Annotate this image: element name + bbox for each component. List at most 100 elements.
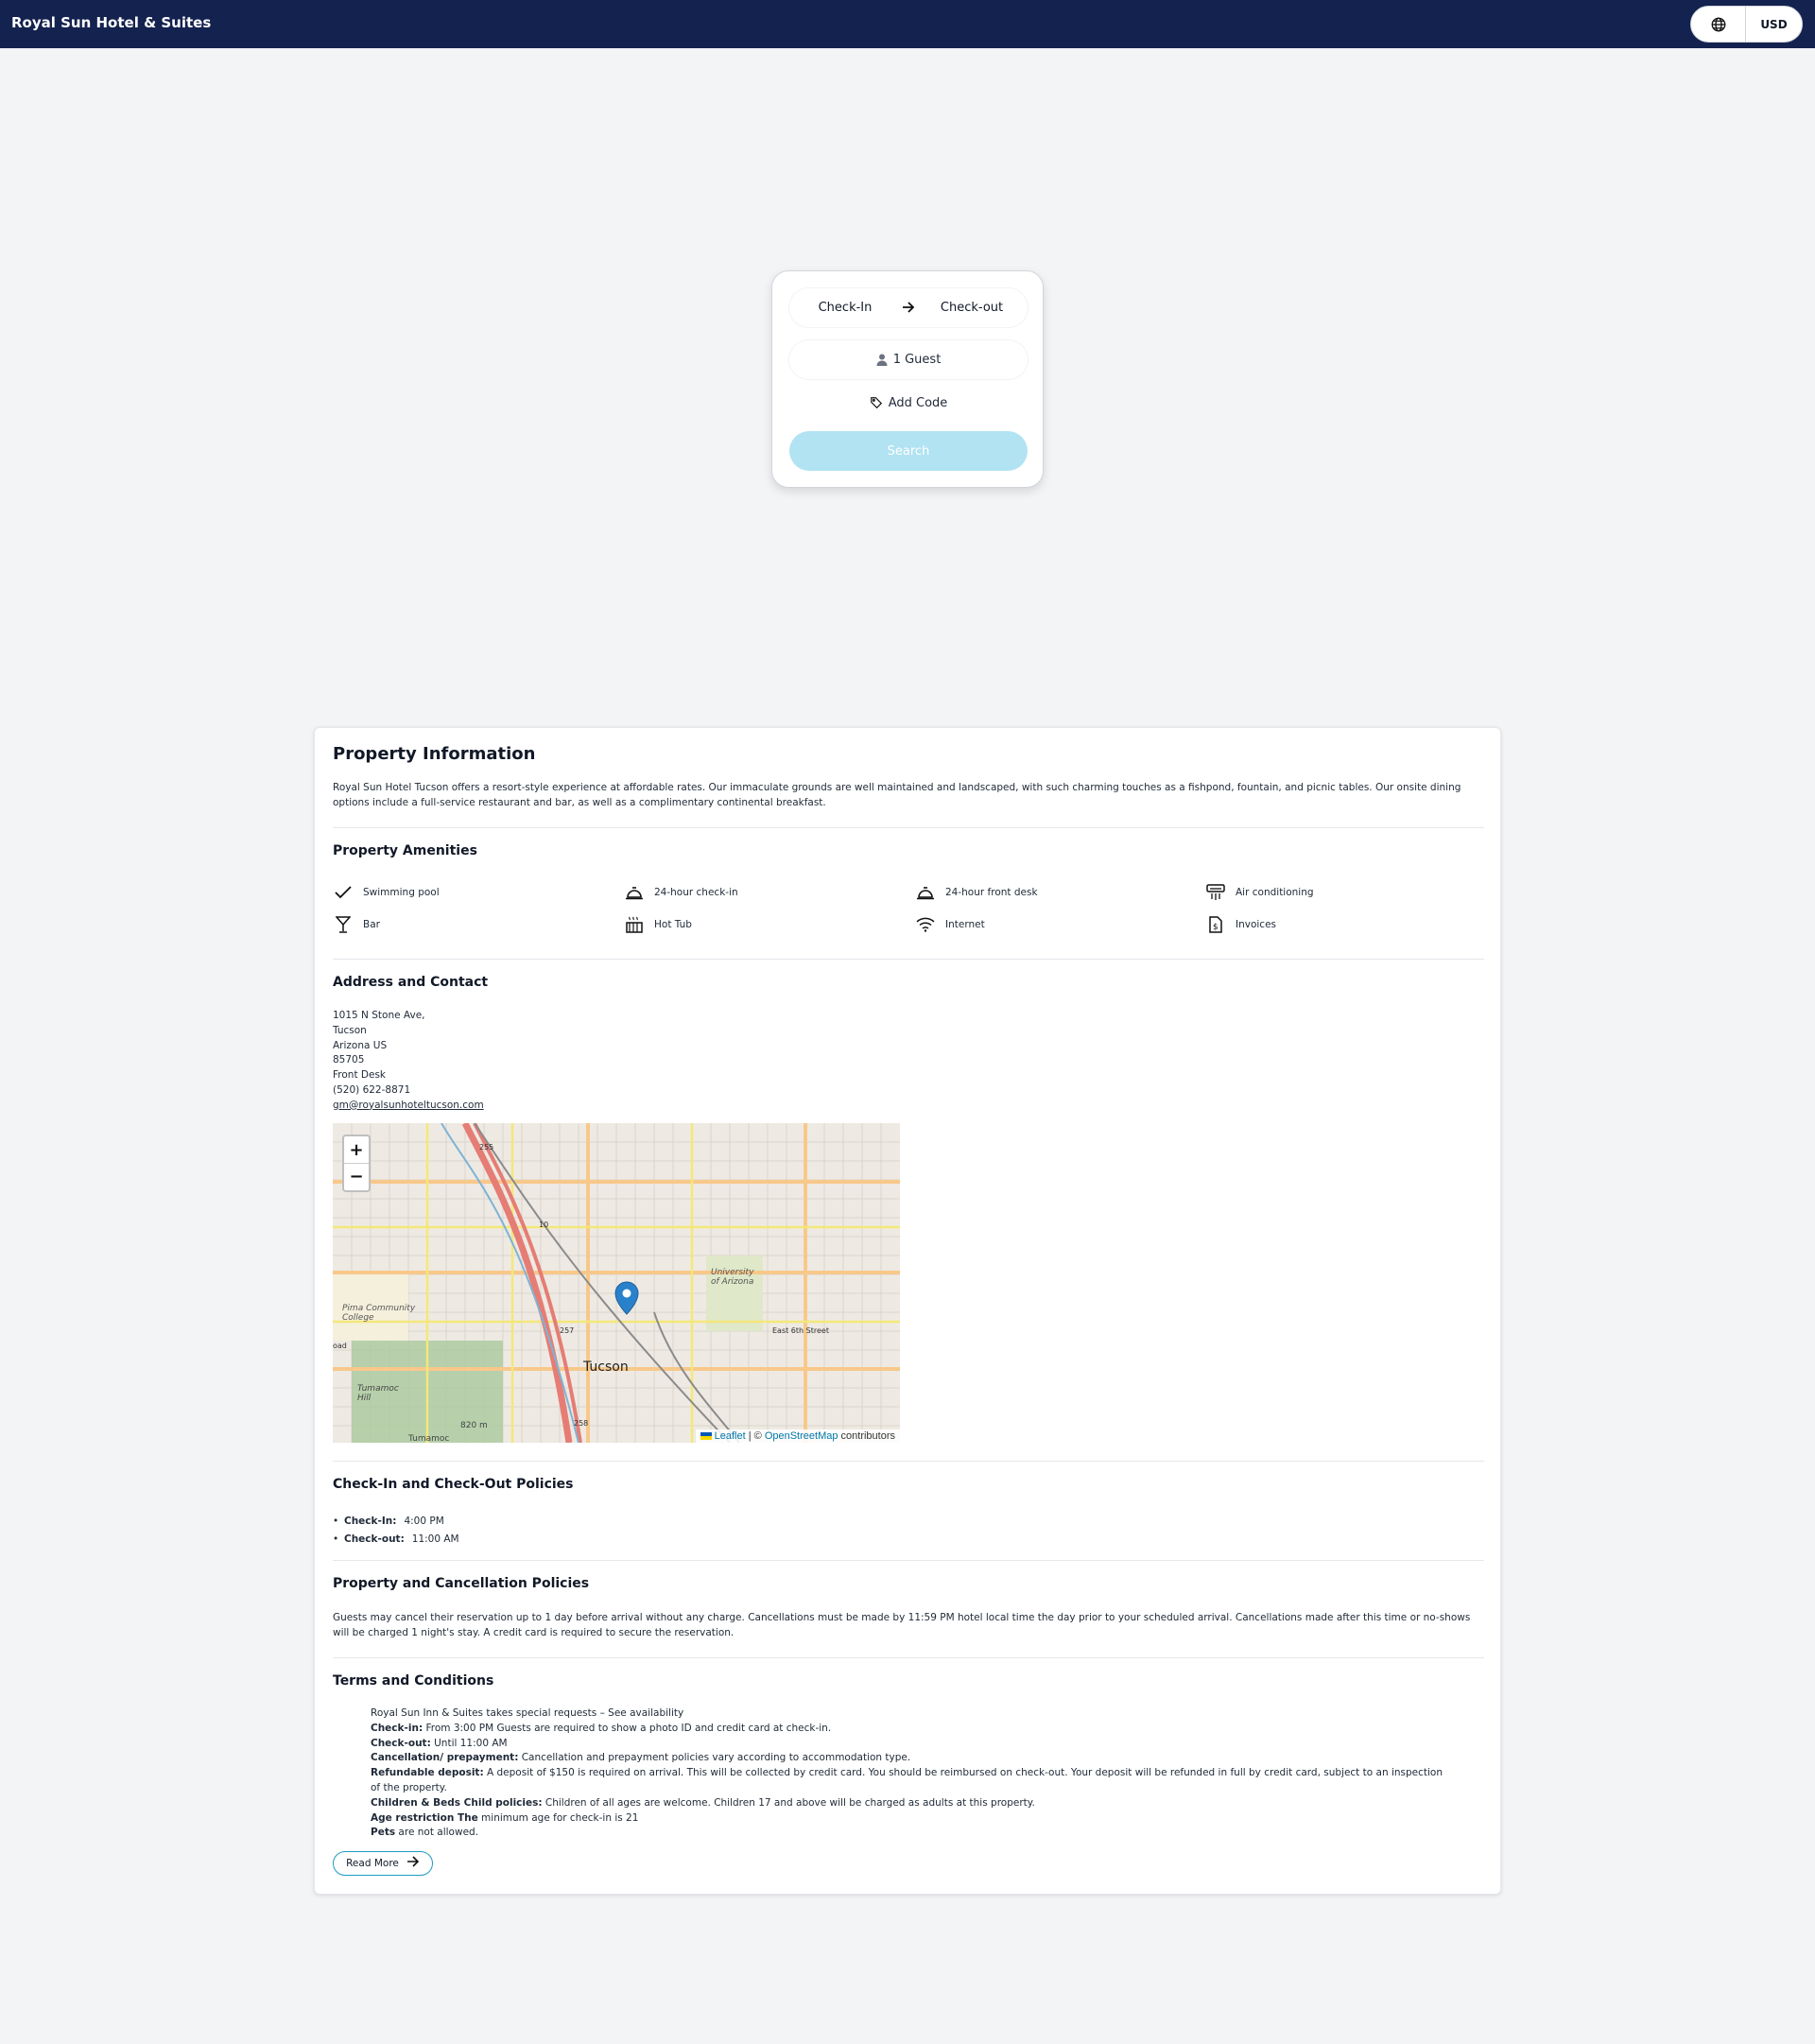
map-label-city: Tucson (582, 1360, 629, 1375)
divider (333, 1461, 1484, 1462)
zoom-out-button[interactable]: − (344, 1163, 369, 1189)
top-bar: Royal Sun Hotel & Suites USD (0, 0, 1815, 48)
amenity-label: Swimming pool (363, 887, 440, 898)
amenity-label: Hot Tub (654, 919, 692, 930)
divider (333, 959, 1484, 960)
service-bell-icon (915, 883, 936, 902)
terms-item: Royal Sun Inn & Suites takes special req… (371, 1707, 684, 1719)
map-label-university: University of Arizona (711, 1268, 754, 1287)
language-button[interactable] (1691, 7, 1746, 42)
map-label-street: East 6th Street (772, 1326, 829, 1335)
divider (333, 1657, 1484, 1658)
service-bell-icon (624, 883, 645, 902)
terms-item: Refundable deposit: A deposit of $150 is… (371, 1767, 1443, 1793)
wifi-icon (915, 915, 936, 934)
address-state: Arizona US (333, 1039, 388, 1051)
invoice-icon: $ (1205, 915, 1226, 934)
map-tiles: Tucson University of Arizona Pima Communi… (333, 1123, 900, 1443)
terms-item: Children & Beds Child policies: Children… (371, 1796, 1035, 1809)
list-item: • Check-out: 11:00 AM (333, 1531, 459, 1549)
amenity-bar: Bar (333, 915, 380, 934)
map-label-route: 255 (479, 1143, 493, 1152)
amenity-24h-checkin: 24-hour check-in (624, 883, 738, 902)
map-label-route: 257 (560, 1326, 574, 1335)
search-button[interactable]: Search (789, 431, 1028, 471)
tag-icon (870, 397, 882, 409)
divider (333, 827, 1484, 828)
map-label-elevation: 820 m (460, 1421, 488, 1430)
read-more-button[interactable]: Read More (333, 1851, 433, 1876)
locale-currency-switcher: USD (1690, 6, 1803, 43)
list-item: • Check-In: 4:00 PM (333, 1513, 459, 1531)
attribution-separator: | © (745, 1430, 765, 1442)
amenity-internet: Internet (915, 915, 985, 934)
currency-button[interactable]: USD (1746, 7, 1802, 42)
read-more-label: Read More (346, 1858, 399, 1869)
map-label-route: 258 (574, 1419, 588, 1428)
date-range-picker[interactable]: Check-In Check-out (789, 288, 1028, 327)
check-icon (333, 883, 354, 902)
check-in-field[interactable]: Check-In (789, 301, 901, 315)
map-label-road: oad (333, 1342, 347, 1350)
cancellation-text: Guests may cancel their reservation up t… (333, 1612, 1471, 1638)
property-info-card: Property Information Royal Sun Hotel Tuc… (314, 727, 1501, 1895)
amenity-swimming-pool: Swimming pool (333, 883, 440, 902)
address-title: Address and Contact (333, 975, 489, 990)
add-code-label: Add Code (888, 395, 948, 410)
property-description: Royal Sun Hotel Tucson offers a resort-s… (333, 782, 1461, 808)
add-code-button[interactable]: Add Code (789, 389, 1028, 417)
amenity-label: Internet (945, 919, 985, 930)
map-label-tumamoc: Tumamoc (407, 1434, 449, 1443)
address-city: Tucson (333, 1024, 367, 1036)
checkin-time: 4:00 PM (404, 1516, 444, 1527)
amenity-label: Bar (363, 919, 380, 930)
amenity-hot-tub: Hot Tub (624, 915, 692, 934)
terms-title: Terms and Conditions (333, 1673, 494, 1689)
front-desk-label: Front Desk (333, 1069, 386, 1082)
phone-number: (520) 622-8871 (333, 1083, 411, 1096)
amenity-invoices: $ Invoices (1205, 915, 1276, 934)
amenity-label: 24-hour check-in (654, 887, 738, 898)
svg-text:$: $ (1213, 923, 1219, 932)
checkin-label: Check-In: (344, 1516, 397, 1527)
address-block: 1015 N Stone Ave, Tucson Arizona US 8570… (333, 1009, 484, 1114)
email-link[interactable]: gm@royalsunhoteltucson.com (333, 1100, 484, 1111)
location-map[interactable]: Tucson University of Arizona Pima Communi… (333, 1123, 900, 1443)
zoom-in-button[interactable]: + (344, 1136, 369, 1163)
checkin-policies-title: Check-In and Check-Out Policies (333, 1477, 574, 1492)
checkout-time: 11:00 AM (411, 1533, 459, 1545)
amenity-24h-front-desk: 24-hour front desk (915, 883, 1038, 902)
guests-label: 1 Guest (892, 353, 942, 367)
amenity-label: 24-hour front desk (945, 887, 1038, 898)
checkout-label: Check-out: (344, 1533, 405, 1545)
address-street: 1015 N Stone Ave, (333, 1010, 425, 1021)
terms-item: Pets are not allowed. (371, 1827, 479, 1839)
amenity-air-conditioning: Air conditioning (1205, 883, 1314, 902)
terms-item: Age restriction The minimum age for chec… (371, 1811, 639, 1824)
person-icon (876, 354, 888, 366)
check-out-field[interactable]: Check-out (916, 301, 1028, 315)
amenity-label: Air conditioning (1236, 887, 1314, 898)
terms-item: Cancellation/ prepayment: Cancellation a… (371, 1752, 911, 1764)
booking-widget: Check-In Check-out 1 Guest Add Code Sear… (771, 270, 1044, 488)
map-label-route: 10 (539, 1221, 548, 1229)
divider (333, 1560, 1484, 1561)
air-conditioner-icon (1205, 883, 1226, 902)
terms-item: Check-in: From 3:00 PM Guests are requir… (371, 1722, 832, 1734)
amenity-label: Invoices (1236, 919, 1277, 930)
leaflet-link[interactable]: Leaflet (715, 1430, 746, 1442)
terms-list: Royal Sun Inn & Suites takes special req… (371, 1706, 1448, 1841)
ukraine-flag-icon (700, 1432, 712, 1441)
amenities-title: Property Amenities (333, 843, 477, 858)
guests-selector[interactable]: 1 Guest (789, 340, 1028, 379)
osm-link[interactable]: OpenStreetMap (765, 1430, 838, 1442)
arrow-right-icon (406, 1856, 420, 1871)
terms-item: Check-out: Until 11:00 AM (371, 1737, 508, 1749)
hotel-brand[interactable]: Royal Sun Hotel & Suites (11, 14, 211, 31)
cocktail-icon (333, 915, 354, 934)
hot-tub-icon (624, 915, 645, 934)
property-info-title: Property Information (333, 744, 536, 764)
arrow-right-icon (901, 299, 916, 317)
map-attribution: Leaflet | © OpenStreetMap contributors (695, 1429, 900, 1443)
globe-icon (1711, 17, 1725, 31)
